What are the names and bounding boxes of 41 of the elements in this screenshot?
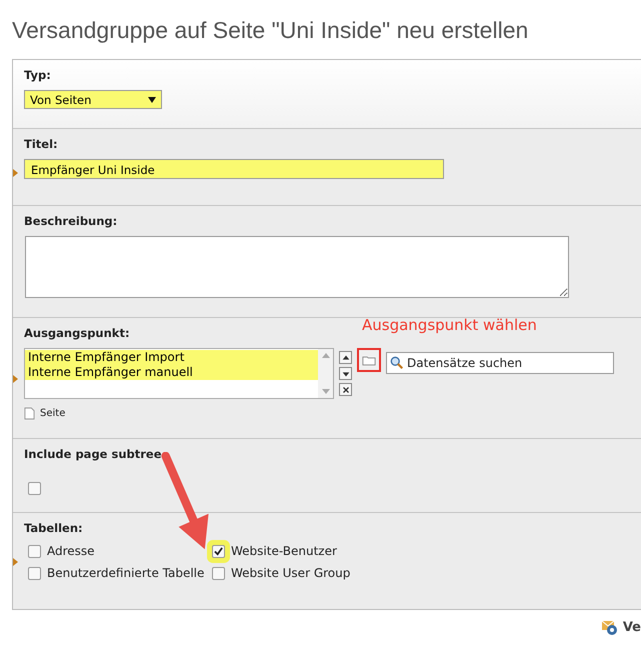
move-down-button[interactable]: [339, 367, 352, 380]
field-label: Ausgangspunkt:: [24, 326, 130, 340]
browse-button[interactable]: [357, 348, 381, 372]
close-icon: [340, 384, 350, 394]
checkbox-label: Adresse: [47, 544, 95, 558]
field-label: Titel:: [24, 137, 58, 151]
title-input[interactable]: Empfänger Uni Inside: [24, 159, 444, 179]
page-icon: [24, 407, 35, 420]
scroll-up-icon[interactable]: [322, 353, 330, 358]
footer-link[interactable]: Ve: [602, 618, 641, 636]
dropdown-value: Von Seiten: [30, 92, 92, 106]
checkbox-label: Website User Group: [231, 566, 350, 580]
list-item[interactable]: Interne Empfänger Import: [28, 350, 184, 364]
page-title: Versandgruppe auf Seite "Uni Inside" neu erstellen: [12, 16, 528, 45]
annotation-label: Ausgangspunkt wählen: [362, 316, 537, 334]
description-textarea[interactable]: [25, 236, 569, 298]
selected-pages-list[interactable]: Interne Empfänger Import Interne Empfänger manuell: [24, 348, 334, 399]
field-value: Empfänger Uni Inside: [31, 163, 155, 177]
search-icon: [390, 356, 404, 370]
field-label: Typ:: [24, 68, 51, 82]
scroll-down-icon[interactable]: [322, 389, 330, 394]
allowed-type-label: Seite: [40, 408, 66, 419]
table-checkbox[interactable]: [28, 544, 41, 558]
move-up-button[interactable]: [339, 351, 352, 364]
envelope-gear-icon: [602, 619, 618, 635]
field-label: Include page subtree: [24, 447, 162, 461]
search-field[interactable]: Datensätze suchen: [386, 352, 614, 374]
subtree-checkbox[interactable]: [28, 482, 41, 495]
required-marker-icon: [13, 558, 18, 566]
checkbox-label: Website-Benutzer: [231, 544, 337, 558]
table-checkbox[interactable]: [28, 566, 41, 580]
required-marker-icon: [13, 169, 18, 177]
folder-icon: [362, 354, 376, 366]
list-item[interactable]: Interne Empfänger manuell: [28, 365, 193, 379]
type-dropdown[interactable]: Von Seiten: [24, 90, 162, 109]
remove-button[interactable]: [339, 383, 352, 396]
required-marker-icon: [13, 375, 18, 383]
field-label: Tabellen:: [24, 521, 83, 535]
field-label: Beschreibung:: [24, 214, 118, 228]
table-checkbox[interactable]: [212, 566, 225, 580]
checkbox-label: Benutzerdefinierte Tabelle: [47, 566, 204, 580]
